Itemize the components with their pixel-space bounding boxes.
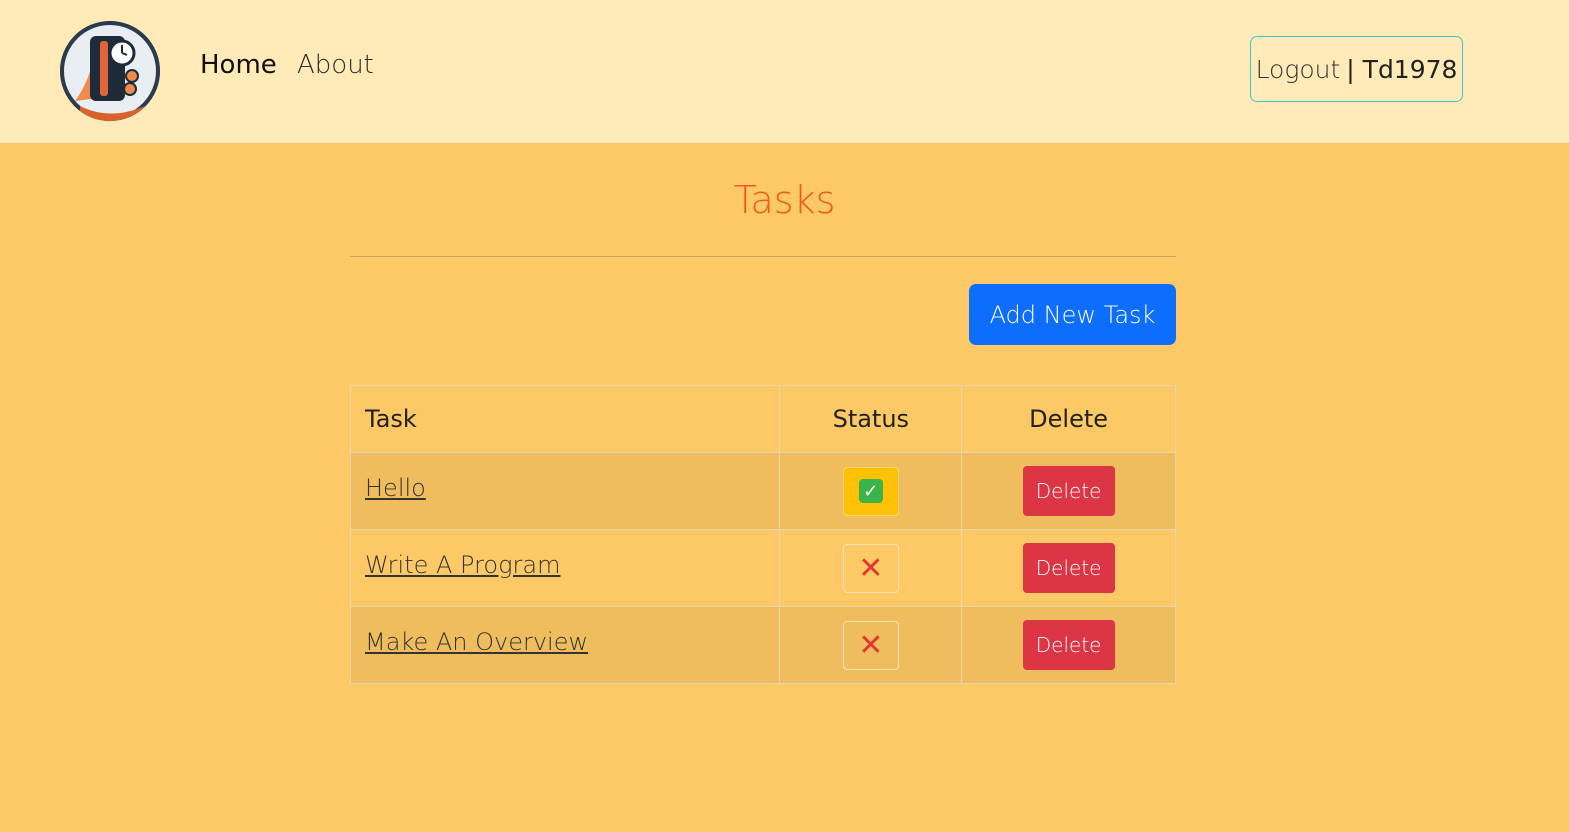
header-status: Status bbox=[779, 385, 963, 453]
status-toggle-button[interactable]: ✕ bbox=[842, 620, 899, 670]
top-navbar: Home About Logout | Td1978 bbox=[0, 0, 1569, 144]
header-delete: Delete bbox=[961, 385, 1176, 453]
task-link[interactable]: Write A Program bbox=[365, 551, 560, 579]
status-toggle-button[interactable]: ✕ bbox=[842, 543, 899, 593]
task-link[interactable]: Hello bbox=[365, 474, 426, 502]
app-logo[interactable] bbox=[60, 21, 160, 121]
table-row: Hello ✓ Delete bbox=[349, 452, 1176, 530]
delete-task-button[interactable]: Delete bbox=[1022, 543, 1115, 593]
delete-cell: Delete bbox=[961, 529, 1176, 607]
tasks-table: Task Status Delete Hello ✓ Delete Write … bbox=[349, 385, 1176, 684]
status-cell: ✕ bbox=[779, 529, 963, 607]
cross-mark-icon: ✕ bbox=[858, 550, 884, 586]
table-row: Make An Overview ✕ Delete bbox=[349, 606, 1176, 684]
check-mark-icon: ✓ bbox=[858, 479, 883, 503]
task-link[interactable]: Make An Overview bbox=[365, 628, 588, 656]
delete-task-button[interactable]: Delete bbox=[1022, 466, 1115, 516]
status-cell: ✓ bbox=[779, 452, 963, 530]
logout-label: Logout bbox=[1255, 54, 1341, 84]
title-divider bbox=[350, 256, 1176, 257]
delete-cell: Delete bbox=[961, 606, 1176, 684]
current-user-label: | Td1978 bbox=[1346, 54, 1458, 84]
nav-home-link[interactable]: Home bbox=[200, 50, 277, 80]
header-task: Task bbox=[349, 385, 781, 453]
table-header-row: Task Status Delete bbox=[349, 385, 1176, 453]
nav-about-link[interactable]: About bbox=[297, 50, 374, 80]
page-title: Tasks bbox=[733, 178, 836, 222]
task-cell: Hello bbox=[349, 452, 781, 530]
status-cell: ✕ bbox=[779, 606, 963, 684]
status-toggle-button[interactable]: ✓ bbox=[842, 466, 899, 516]
logout-button[interactable]: Logout | Td1978 bbox=[1250, 36, 1463, 102]
add-new-task-button[interactable]: Add New Task bbox=[969, 284, 1176, 345]
delete-task-button[interactable]: Delete bbox=[1022, 620, 1115, 670]
task-cell: Make An Overview bbox=[349, 606, 781, 684]
delete-cell: Delete bbox=[961, 452, 1176, 530]
table-row: Write A Program ✕ Delete bbox=[349, 529, 1176, 607]
cross-mark-icon: ✕ bbox=[858, 627, 884, 663]
task-cell: Write A Program bbox=[349, 529, 781, 607]
